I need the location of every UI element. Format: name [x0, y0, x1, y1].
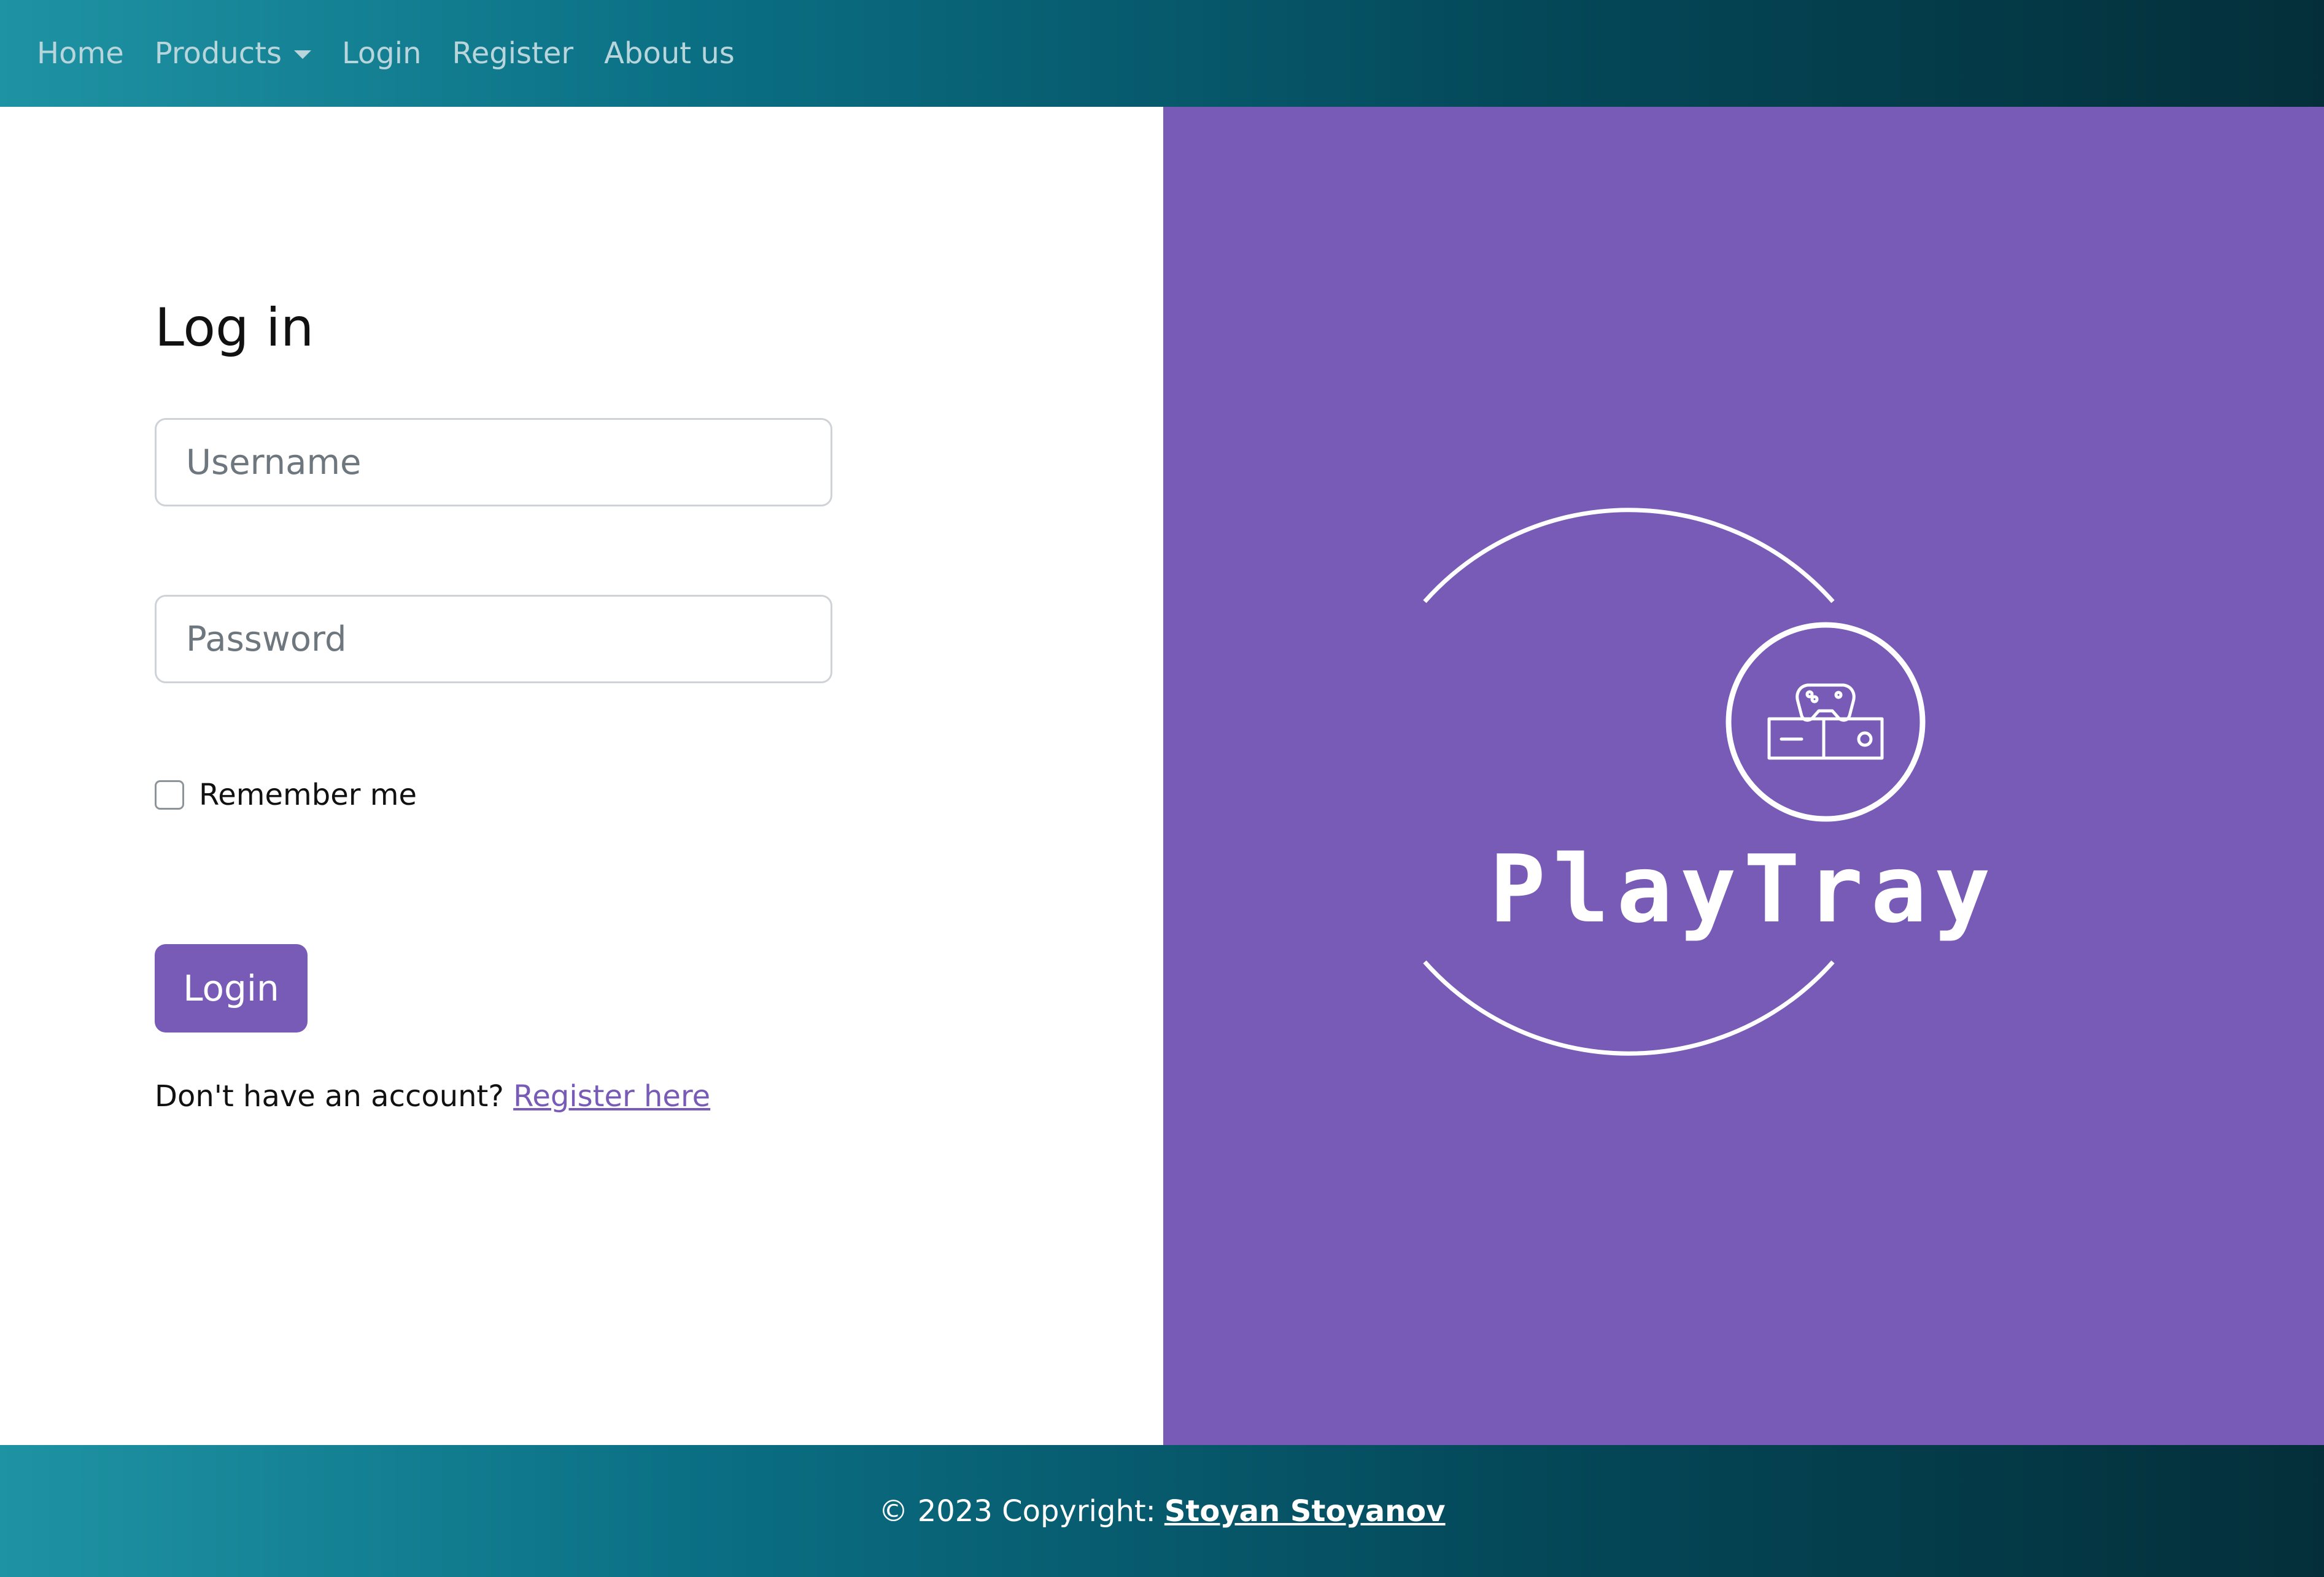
nav-login-link[interactable]: Login — [342, 36, 422, 71]
game-console-icon — [1767, 683, 1884, 760]
page-title: Log in — [155, 297, 314, 358]
nav-products-dropdown[interactable]: Products — [154, 36, 312, 71]
author-link[interactable]: Stoyan Stoyanov — [1164, 1494, 1446, 1529]
nav-login-label: Login — [342, 36, 422, 71]
brand-logo — [1423, 508, 1926, 1056]
inner-circle — [1726, 622, 1926, 822]
remember-me-checkbox[interactable] — [155, 780, 184, 810]
password-input[interactable] — [155, 595, 832, 683]
register-here-link[interactable]: Register here — [513, 1079, 710, 1114]
page-footer: © 2023 Copyright: Stoyan Stoyanov — [0, 1445, 2324, 1577]
nav-register-label: Register — [452, 36, 574, 71]
username-input[interactable] — [155, 418, 832, 506]
register-prompt: Don't have an account? Register here — [155, 1079, 710, 1114]
nav-about-link[interactable]: About us — [604, 36, 735, 71]
outer-ring-bottom-arc — [1423, 960, 1835, 1056]
nav-home-label: Home — [37, 36, 124, 71]
nav-about-label: About us — [604, 36, 735, 71]
nav-register-link[interactable]: Register — [452, 36, 574, 71]
brand-name: PlayTray — [1489, 835, 1998, 943]
caret-down-icon — [294, 50, 312, 59]
login-button[interactable]: Login — [155, 944, 308, 1033]
no-account-text: Don't have an account? — [155, 1079, 504, 1114]
login-panel: Log in Remember me Login Don't have an a… — [0, 107, 1163, 1445]
brand-panel: PlayTray — [1163, 107, 2324, 1445]
remember-me-label[interactable]: Remember me — [199, 778, 417, 812]
copyright-text: © 2023 Copyright: — [878, 1494, 1156, 1529]
outer-ring-top-arc — [1423, 508, 1835, 603]
nav-home-link[interactable]: Home — [37, 36, 124, 71]
remember-me-row: Remember me — [155, 778, 417, 812]
top-navbar: Home Products Login Register About us — [0, 0, 2324, 107]
nav-products-label: Products — [154, 36, 282, 71]
